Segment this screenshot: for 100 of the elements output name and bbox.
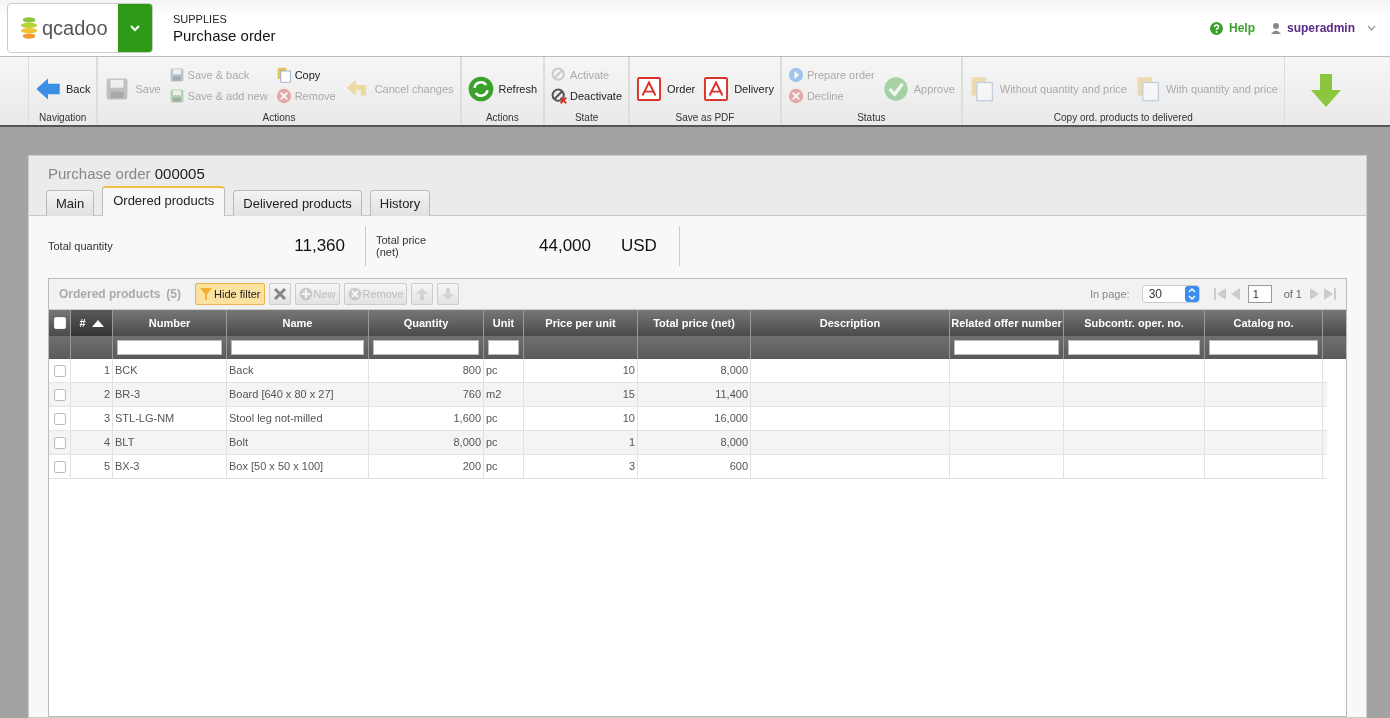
total-price-label: Total price bbox=[376, 234, 428, 246]
next-page-icon[interactable] bbox=[1310, 288, 1320, 300]
page-title: Purchase order bbox=[173, 26, 276, 44]
total-quantity-value: 11,360 bbox=[293, 236, 346, 256]
table-cell: Board [640 x 80 x 27] bbox=[229, 388, 334, 400]
table-cell: m2 bbox=[486, 388, 502, 400]
column-header[interactable]: Catalog no. bbox=[1233, 317, 1294, 329]
stacked-discs-icon bbox=[20, 16, 38, 40]
arrow-down-icon[interactable] bbox=[1310, 74, 1342, 108]
table-cell: 10 bbox=[622, 412, 635, 424]
remove-icon bbox=[347, 287, 362, 301]
arrow-up-icon bbox=[415, 287, 430, 301]
total-quantity-label: Total quantity bbox=[48, 240, 114, 252]
table-cell: BX-3 bbox=[115, 460, 140, 472]
table-cell: Bolt bbox=[229, 436, 248, 448]
in-page-label: In page: bbox=[1089, 288, 1130, 300]
table-cell: 8,000 bbox=[720, 364, 748, 376]
app-logo[interactable]: qcadoo bbox=[7, 3, 153, 53]
column-header[interactable]: Subcontr. oper. no. bbox=[1084, 317, 1184, 329]
table-cell: pc bbox=[486, 412, 498, 424]
table-cell: 3 bbox=[103, 412, 110, 424]
column-header[interactable]: Related offer number bbox=[951, 317, 1062, 329]
table-cell: 1,600 bbox=[453, 412, 481, 424]
previous-page-icon[interactable] bbox=[1229, 288, 1240, 300]
column-header[interactable]: Number bbox=[148, 317, 191, 329]
grid-title: Ordered products bbox=[59, 287, 161, 301]
row-checkbox[interactable] bbox=[53, 436, 66, 449]
row-checkbox[interactable] bbox=[53, 388, 66, 401]
filter-field[interactable] bbox=[1209, 340, 1318, 355]
column-header[interactable]: Total price (net) bbox=[653, 317, 735, 329]
table-cell: BLT bbox=[115, 436, 135, 448]
row-checkbox[interactable] bbox=[53, 460, 66, 473]
first-page-icon[interactable] bbox=[1213, 288, 1226, 300]
toolbar-button[interactable]: Copy bbox=[275, 65, 336, 85]
stepper-icon bbox=[1184, 286, 1199, 302]
chevron-down-icon bbox=[129, 24, 141, 32]
menu-dropdown-button[interactable] bbox=[118, 4, 152, 52]
toolbar-group-label: Navigation bbox=[38, 112, 88, 125]
table-cell: BR-3 bbox=[115, 388, 141, 400]
filter-field[interactable] bbox=[117, 340, 222, 355]
column-header[interactable]: Price per unit bbox=[545, 317, 616, 329]
table-cell: pc bbox=[486, 364, 498, 376]
chevron-down-icon bbox=[1367, 25, 1376, 31]
remove-icon bbox=[275, 88, 292, 104]
copy-icon bbox=[275, 67, 292, 83]
table-cell: pc bbox=[486, 460, 498, 472]
help-link[interactable]: Help bbox=[1228, 21, 1255, 35]
tab[interactable]: Ordered products bbox=[102, 186, 226, 216]
select-all-checkbox[interactable] bbox=[53, 317, 66, 329]
tab[interactable]: History bbox=[369, 190, 431, 216]
table-row[interactable]: 2 BR-3 Board [640 x 80 x 27] 760 m2 15 11,400 bbox=[49, 383, 1327, 407]
save-back-icon bbox=[168, 67, 185, 83]
tab[interactable]: Main bbox=[46, 190, 95, 216]
page-number-field[interactable]: 1 bbox=[1247, 285, 1272, 303]
row-checkbox[interactable] bbox=[53, 412, 66, 425]
grid-button[interactable]: Hide filter bbox=[195, 283, 265, 305]
toolbar-button[interactable]: Delivery bbox=[703, 73, 774, 104]
page-size-select[interactable]: 30 bbox=[1141, 285, 1200, 303]
toolbar-button[interactable]: Refresh bbox=[467, 73, 538, 104]
column-header[interactable]: Quantity bbox=[403, 317, 449, 329]
cross-icon bbox=[272, 287, 287, 301]
table-row[interactable]: 5 BX-3 Box [50 x 50 x 100] 200 pc 3 600 bbox=[49, 455, 1327, 479]
toolbar-group-label: State bbox=[573, 112, 600, 125]
grid-count: (5) bbox=[166, 287, 182, 301]
column-header[interactable]: Description bbox=[819, 317, 881, 329]
toolbar-button[interactable]: Back bbox=[35, 73, 91, 104]
table-cell: STL-LG-NM bbox=[115, 412, 175, 424]
plus-icon bbox=[298, 287, 313, 301]
table-cell: 1 bbox=[628, 436, 635, 448]
table-cell: 10 bbox=[622, 364, 635, 376]
net-label: (net) bbox=[376, 246, 400, 258]
tab[interactable]: Delivered products bbox=[233, 190, 362, 216]
column-header[interactable]: Name bbox=[282, 317, 313, 329]
logo-text: qcadoo bbox=[42, 16, 108, 40]
filter-field[interactable] bbox=[488, 340, 519, 355]
last-page-icon[interactable] bbox=[1324, 288, 1336, 300]
column-header[interactable]: Unit bbox=[492, 317, 515, 329]
table-cell: 5 bbox=[103, 460, 110, 472]
remove-icon bbox=[787, 88, 804, 104]
table-cell: 3 bbox=[628, 460, 635, 472]
filter-field[interactable] bbox=[231, 340, 364, 355]
play-icon bbox=[787, 67, 804, 83]
refresh-icon bbox=[467, 75, 494, 102]
user-menu[interactable]: superadmin bbox=[1287, 21, 1355, 35]
table-cell: Back bbox=[229, 364, 254, 376]
table-cell: 800 bbox=[462, 364, 481, 376]
icon-button[interactable] bbox=[268, 283, 291, 305]
column-header[interactable]: # bbox=[79, 317, 86, 329]
table-row[interactable]: 4 BLT Bolt 8,000 pc 1 8,000 bbox=[49, 431, 1327, 455]
filter-field[interactable] bbox=[1068, 340, 1200, 355]
toolbar-button[interactable]: Order bbox=[636, 73, 696, 104]
row-checkbox[interactable] bbox=[53, 364, 66, 377]
page-count-label: of 1 bbox=[1283, 288, 1302, 300]
filter-field[interactable] bbox=[373, 340, 479, 355]
toolbar-group-label: Copy ord. products to delivered bbox=[1052, 112, 1194, 125]
table-cell: Stool leg not-milled bbox=[229, 412, 323, 424]
table-cell: 600 bbox=[729, 460, 748, 472]
filter-field[interactable] bbox=[954, 340, 1059, 355]
table-cell: 8,000 bbox=[453, 436, 481, 448]
toolbar-button[interactable]: Deactivate bbox=[551, 86, 623, 106]
